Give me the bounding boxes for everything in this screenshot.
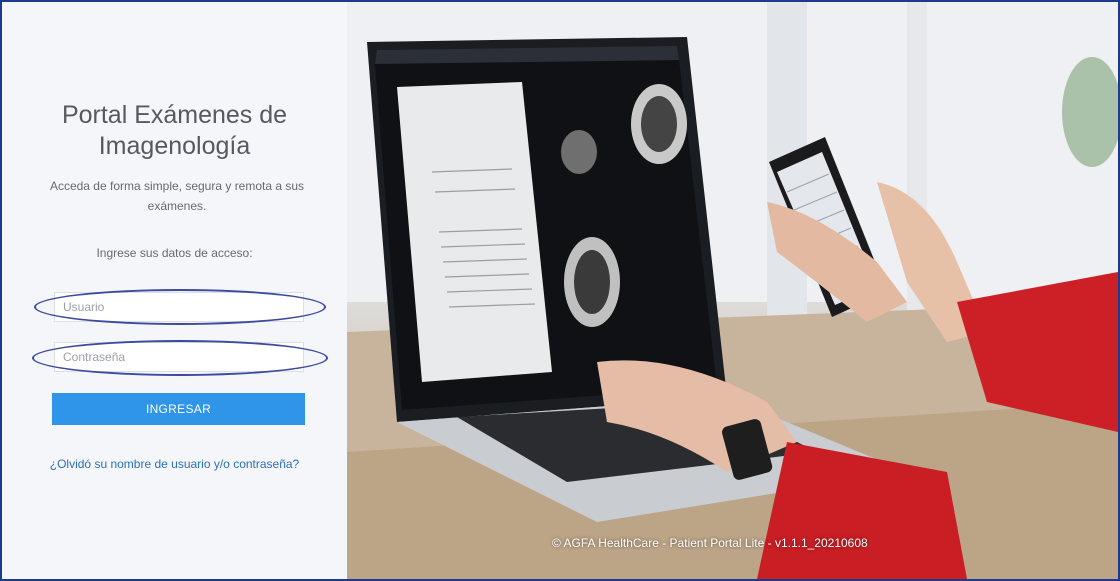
- username-input[interactable]: [55, 293, 303, 321]
- login-prompt: Ingrese sus datos de acceso:: [96, 246, 253, 260]
- app-frame: Portal Exámenes de Imagenología Acceda d…: [0, 0, 1120, 581]
- page-title-line-1: Portal Exámenes de: [61, 101, 288, 129]
- password-input[interactable]: [55, 343, 303, 371]
- page-subtitle: Acceda de forma simple, segura y remota …: [49, 179, 305, 213]
- footer-copyright: © AGFA HealthCare - Patient Portal Lite …: [552, 536, 868, 550]
- page-title: Portal Exámenes de Imagenología: [2, 100, 347, 162]
- login-panel: Portal Exámenes de Imagenología Acceda d…: [2, 2, 347, 579]
- page-title-line-2: Imagenología: [98, 132, 251, 160]
- password-field-wrapper: [54, 342, 304, 372]
- forgot-credentials-link[interactable]: ¿Olvidó su nombre de usuario y/o contras…: [2, 457, 347, 471]
- username-field-wrapper: [54, 292, 304, 322]
- login-submit-button[interactable]: INGRESAR: [52, 393, 305, 425]
- hero-image: © AGFA HealthCare - Patient Portal Lite …: [347, 2, 1118, 579]
- hero-illustration: [347, 2, 1118, 579]
